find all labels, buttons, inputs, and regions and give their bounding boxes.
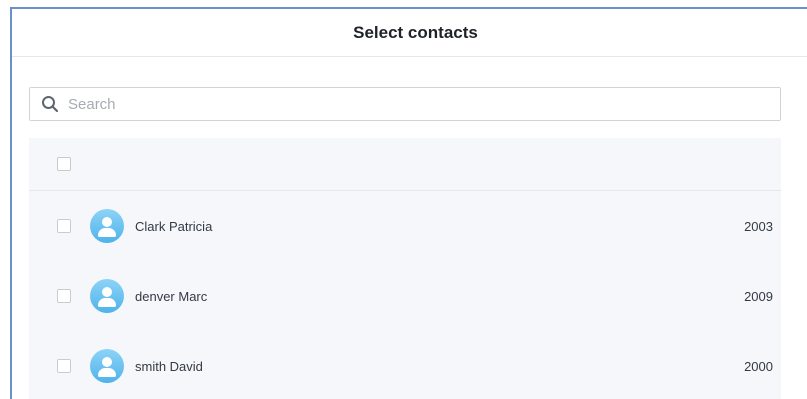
contact-name: denver Marc: [135, 288, 208, 304]
select-all-checkbox[interactable]: [57, 157, 71, 171]
user-avatar-icon: [90, 279, 124, 313]
select-contacts-dialog: Select contacts Clark Patricia 2003: [10, 7, 807, 399]
search-box[interactable]: [29, 87, 781, 121]
contact-checkbox[interactable]: [57, 359, 71, 373]
contact-list: Clark Patricia 2003 denver Marc 2009 smi…: [29, 138, 781, 399]
dialog-header: Select contacts: [12, 9, 807, 57]
search-input[interactable]: [64, 89, 780, 119]
contact-year: 2003: [744, 218, 773, 234]
contact-row[interactable]: smith David 2000: [29, 331, 781, 399]
contact-name: Clark Patricia: [135, 218, 213, 234]
search-icon: [36, 88, 64, 120]
dialog-title: Select contacts: [353, 22, 478, 42]
contact-year: 2009: [744, 288, 773, 304]
list-header: [29, 138, 781, 191]
contact-name: smith David: [135, 358, 203, 374]
contact-row[interactable]: Clark Patricia 2003: [29, 191, 781, 261]
contact-year: 2000: [744, 358, 773, 374]
contact-row[interactable]: denver Marc 2009: [29, 261, 781, 331]
contact-checkbox[interactable]: [57, 289, 71, 303]
user-avatar-icon: [90, 349, 124, 383]
user-avatar-icon: [90, 209, 124, 243]
contact-checkbox[interactable]: [57, 219, 71, 233]
